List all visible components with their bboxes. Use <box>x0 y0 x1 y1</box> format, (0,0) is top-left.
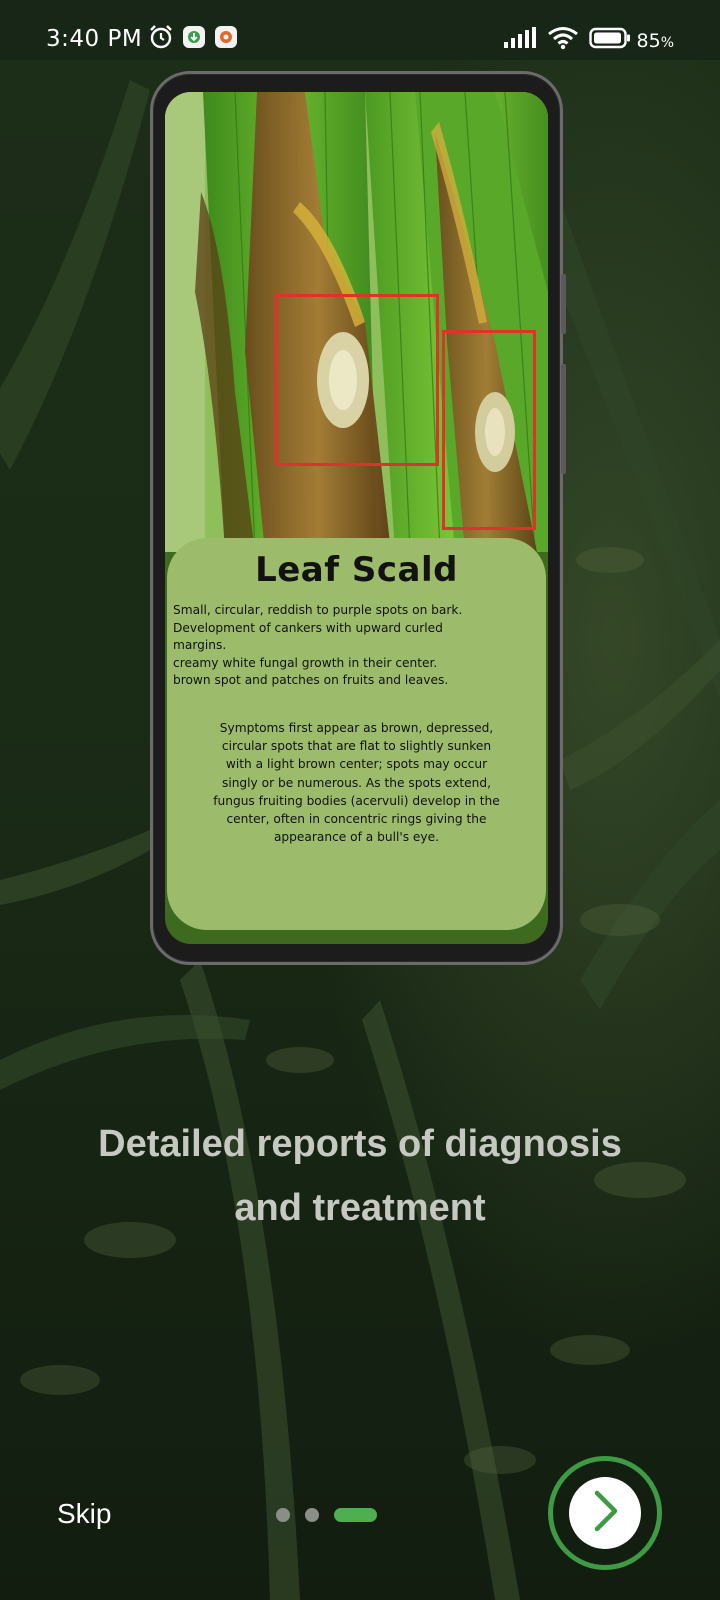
next-button-face[interactable] <box>569 1477 641 1549</box>
description-line: Symptoms first appear as brown, depresse… <box>219 721 494 735</box>
page-indicator <box>276 1508 377 1522</box>
alarm-icon <box>148 24 174 55</box>
signal-icon <box>503 27 537 54</box>
disease-symptom-points: Small, circular, reddish to purple spots… <box>173 602 545 690</box>
description-line: appearance of a bull's eye. <box>273 830 440 845</box>
status-bar: 3:40 PM 85% <box>0 0 720 60</box>
headline-line-1: Detailed reports of diagnosis <box>98 1123 622 1165</box>
page-dot-3-active <box>334 1508 377 1522</box>
headline-line-2: and treatment <box>234 1187 486 1229</box>
disease-info-card: Leaf Scald Small, circular, reddish to p… <box>167 538 546 930</box>
detection-box-lesion-2 <box>442 330 536 530</box>
battery-percentage: 85% <box>637 30 675 52</box>
status-system-icons: 85% <box>503 26 675 55</box>
onboarding-headline: Detailed reports of diagnosis and treatm… <box>0 1112 720 1240</box>
phone-mockup-illustration: Leaf Scald Small, circular, reddish to p… <box>150 71 566 965</box>
symptom-point: Small, circular, reddish to purple spots… <box>173 603 463 617</box>
notification-app-icon <box>214 25 238 54</box>
disease-description: Symptoms first appear as brown, depresse… <box>167 719 546 846</box>
symptom-point: margins. <box>173 638 227 652</box>
phone-power-button <box>561 364 566 474</box>
battery-unit: % <box>660 34 674 51</box>
page-dot-1 <box>276 1508 290 1522</box>
download-app-icon <box>182 25 206 54</box>
next-button[interactable] <box>548 1456 662 1570</box>
phone-screen: Leaf Scald Small, circular, reddish to p… <box>165 92 548 944</box>
battery-value: 85 <box>636 29 661 52</box>
description-line: with a light brown center; spots may occ… <box>225 757 488 772</box>
status-notification-icons <box>148 24 238 55</box>
page-dot-2 <box>305 1508 319 1522</box>
skip-button[interactable]: Skip <box>57 1498 111 1530</box>
description-line: circular spots that are flat to slightly… <box>221 739 492 754</box>
description-line: center, often in concentric rings giving… <box>226 812 487 827</box>
detection-box-lesion-1 <box>275 294 439 466</box>
phone-volume-button <box>561 274 566 334</box>
status-time: 3:40 PM <box>46 26 143 52</box>
description-line: singly or be numerous. As the spots exte… <box>221 775 492 790</box>
symptom-point: creamy white fungal growth in their cent… <box>173 655 438 670</box>
battery-icon <box>588 27 631 54</box>
disease-title: Leaf Scald <box>255 550 458 590</box>
symptom-point: brown spot and patches on fruits and lea… <box>173 673 449 687</box>
description-line: fungus fruiting bodies (acervuli) develo… <box>213 793 500 808</box>
chevron-right-icon <box>588 1489 622 1538</box>
symptom-point: Development of cankers with upward curle… <box>173 620 443 635</box>
wifi-icon <box>547 26 579 55</box>
